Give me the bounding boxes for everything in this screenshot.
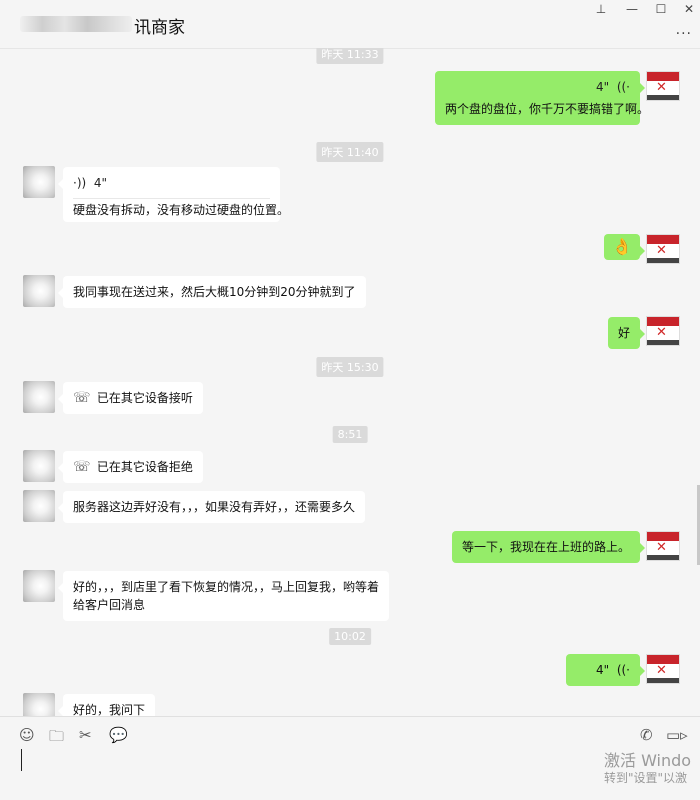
- incoming-text-message[interactable]: 服务器这边弄好没有，，，如果没有弄好，，还需要多久: [57, 491, 366, 523]
- outgoing-text-message[interactable]: 等一下，我现在在上班的路上。: [451, 531, 646, 563]
- voice-wave-icon: ((·: [613, 80, 630, 94]
- message-line: 好的，，，到店里了看下恢复的情况，，马上回复我，哟等着: [73, 580, 380, 594]
- my-avatar[interactable]: ✕: [646, 71, 680, 101]
- call-status-text: 已在其它设备拒绝: [96, 460, 193, 474]
- emoji-icon[interactable]: ☺: [19, 726, 35, 744]
- call-status-text: 已在其它设备接听: [96, 391, 193, 405]
- contact-avatar[interactable]: [23, 275, 55, 307]
- phone-hangup-icon: ☏: [73, 459, 91, 475]
- outgoing-voice-message[interactable]: 4" ((· 两个盘的盘位，你千万不要搞错了啊。: [435, 71, 650, 125]
- incoming-voice-message[interactable]: ·)) 4" 硬盘没有拆动，没有移动过硬盘的位置。: [58, 167, 290, 222]
- voice-duration-row: ·)) 4": [73, 174, 270, 192]
- timestamp: 昨天 11:40: [316, 142, 384, 162]
- activation-watermark-line2: 转到"设置"以激: [604, 771, 688, 785]
- blurred-contact-name: [20, 16, 132, 32]
- outgoing-emoji-message[interactable]: 👌: [604, 234, 645, 260]
- outgoing-text-message[interactable]: 好: [607, 317, 646, 349]
- timestamp: 昨天 15:30: [316, 357, 384, 377]
- maximize-icon[interactable]: ☐: [651, 2, 671, 16]
- contact-avatar[interactable]: [23, 166, 55, 198]
- message-line: 给客户回消息: [73, 598, 146, 612]
- call-status-message[interactable]: ☏ 已在其它设备接听: [58, 382, 203, 414]
- contact-avatar[interactable]: [23, 450, 55, 482]
- contact-avatar[interactable]: [23, 693, 55, 716]
- ok-hand-emoji: 👌: [612, 237, 632, 256]
- timestamp: 8:51: [332, 426, 368, 443]
- chat-bubble-icon[interactable]: 💬: [109, 726, 128, 744]
- close-icon[interactable]: ✕: [679, 2, 699, 16]
- incoming-text-message[interactable]: 我同事现在送过来，然后大概10分钟到20分钟就到了: [58, 276, 366, 308]
- title-bar: 讯商家 ⊥ — ☐ ✕ ···: [0, 0, 700, 49]
- call-status-message[interactable]: ☏ 已在其它设备拒绝: [58, 451, 203, 483]
- my-avatar[interactable]: ✕: [646, 654, 680, 684]
- video-icon[interactable]: ▭▹: [666, 726, 688, 744]
- incoming-text-message[interactable]: 好的，，，到店里了看下恢复的情况，，马上回复我，哟等着 给客户回消息: [57, 571, 390, 621]
- my-avatar[interactable]: ✕: [646, 316, 680, 346]
- voice-wave-icon: ((·: [613, 663, 630, 677]
- voice-duration: 4": [93, 176, 107, 190]
- voice-wave-icon: ·)): [73, 176, 90, 190]
- timestamp: 昨天 11:33: [316, 48, 384, 64]
- chat-title: 讯商家: [134, 18, 185, 38]
- voice-duration-row: 4" ((·: [445, 78, 630, 96]
- folder-icon[interactable]: 🗀: [49, 726, 64, 751]
- more-icon[interactable]: ···: [676, 26, 692, 42]
- outgoing-voice-message[interactable]: 4" ((·: [566, 654, 645, 686]
- minimize-icon[interactable]: —: [622, 2, 642, 16]
- pin-icon[interactable]: ⊥: [591, 2, 611, 16]
- chat-history[interactable]: 昨天 11:33 4" ((· 两个盘的盘位，你千万不要搞错了啊。 ✕ 昨天 1…: [0, 48, 700, 716]
- contact-avatar[interactable]: [23, 381, 55, 413]
- text-cursor: [21, 749, 22, 771]
- phone-icon[interactable]: ✆: [640, 726, 653, 744]
- contact-avatar[interactable]: [23, 490, 55, 522]
- voice-duration: 4": [596, 80, 610, 94]
- phone-hangup-icon: ☏: [73, 390, 91, 406]
- my-avatar[interactable]: ✕: [646, 234, 680, 264]
- voice-transcript: 硬盘没有拆动，没有移动过硬盘的位置。: [73, 203, 290, 217]
- activation-watermark-line1: 激活 Windo: [604, 751, 692, 770]
- my-avatar[interactable]: ✕: [646, 531, 680, 561]
- scissors-icon[interactable]: ✂: [79, 726, 92, 744]
- incoming-text-message[interactable]: 好的，我问下: [57, 694, 156, 716]
- voice-transcript: 两个盘的盘位，你千万不要搞错了啊。: [445, 102, 650, 116]
- timestamp: 10:02: [329, 628, 371, 645]
- input-area[interactable]: ☺ 🗀 ✂ 💬 ✆ ▭▹ 激活 Windo 转到"设置"以激: [0, 717, 700, 800]
- voice-duration: 4": [596, 663, 610, 677]
- contact-avatar[interactable]: [23, 570, 55, 602]
